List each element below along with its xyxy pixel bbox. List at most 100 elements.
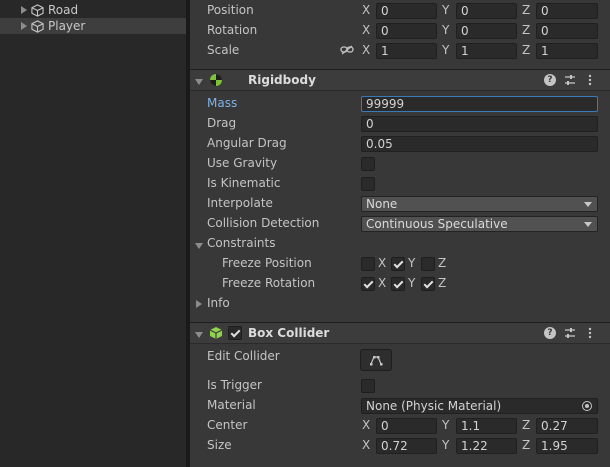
- drag-field[interactable]: 0: [361, 116, 598, 132]
- angular-drag-field[interactable]: 0.05: [361, 136, 598, 152]
- axis-x-label: X: [362, 418, 371, 432]
- axis-x-label: X: [362, 23, 371, 37]
- expand-arrow-icon[interactable]: [20, 6, 28, 14]
- box-collider-icon: [209, 327, 223, 339]
- collapse-arrow-icon[interactable]: [195, 241, 203, 249]
- rigidbody-title: Rigidbody: [248, 73, 316, 87]
- constraints-row[interactable]: Constraints: [190, 234, 610, 254]
- rotation-x-field[interactable]: 0: [376, 23, 437, 39]
- rotation-y-field[interactable]: 0: [456, 23, 517, 39]
- box-collider-enabled-checkbox[interactable]: [228, 326, 242, 340]
- axis-y-label: Y: [408, 276, 416, 290]
- constraints-label: Constraints: [207, 236, 276, 250]
- freeze-position-label: Freeze Position: [222, 256, 312, 270]
- help-icon[interactable]: ?: [544, 74, 556, 86]
- freeze-rotation-z-checkbox[interactable]: [421, 277, 435, 291]
- inspector-panel: Position X 0 Y 0 Z 0 Rotation X 0 Y 0 Z …: [190, 0, 610, 467]
- axis-x-label: X: [362, 438, 371, 452]
- scale-x-field[interactable]: 1: [376, 43, 437, 59]
- freeze-position-y-checkbox[interactable]: [391, 257, 405, 271]
- box-collider-header[interactable]: Box Collider ?: [190, 322, 610, 344]
- link-icon[interactable]: [340, 45, 354, 55]
- rotation-z-field[interactable]: 0: [536, 23, 598, 39]
- material-field[interactable]: None (Physic Material): [361, 398, 598, 414]
- freeze-rotation-x-checkbox[interactable]: [361, 277, 375, 291]
- axis-z-label: Z: [522, 23, 531, 37]
- center-y-field[interactable]: 1.1: [456, 418, 517, 434]
- collapse-arrow-icon[interactable]: [195, 330, 203, 338]
- axis-z-label: Z: [438, 256, 447, 270]
- edit-collider-button[interactable]: [360, 349, 392, 371]
- more-icon[interactable]: [588, 327, 592, 339]
- hierarchy-item-label: Road: [48, 3, 79, 17]
- use-gravity-label: Use Gravity: [207, 156, 278, 170]
- collision-detection-dropdown[interactable]: Continuous Speculative: [361, 216, 598, 232]
- material-row: Material None (Physic Material): [190, 396, 610, 416]
- size-z-field[interactable]: 1.95: [536, 438, 598, 454]
- mass-label: Mass: [207, 96, 238, 110]
- material-value: None (Physic Material): [366, 399, 502, 413]
- preset-icon[interactable]: [564, 327, 576, 339]
- is-trigger-row: Is Trigger: [190, 376, 610, 396]
- is-trigger-checkbox[interactable]: [361, 379, 375, 393]
- freeze-position-x-checkbox[interactable]: [361, 257, 375, 271]
- axis-x-label: X: [378, 256, 387, 270]
- transform-rotation-row: Rotation X 0 Y 0 Z 0: [190, 21, 610, 41]
- axis-y-label: Y: [442, 23, 450, 37]
- axis-y-label: Y: [442, 438, 450, 452]
- transform-scale-row: Scale X 1 Y 1 Z 1: [190, 41, 610, 61]
- use-gravity-row: Use Gravity: [190, 154, 610, 174]
- more-icon[interactable]: [588, 74, 592, 86]
- axis-y-label: Y: [408, 256, 416, 270]
- object-picker-icon[interactable]: [582, 401, 592, 411]
- position-x-field[interactable]: 0: [376, 3, 437, 19]
- angular-drag-row: Angular Drag 0.05: [190, 134, 610, 154]
- edit-collider-row: Edit Collider: [190, 347, 610, 373]
- mass-row: Mass 99999: [190, 94, 610, 114]
- center-row: Center X 0 Y 1.1 Z 0.27: [190, 416, 610, 436]
- position-z-field[interactable]: 0: [536, 3, 598, 19]
- is-kinematic-row: Is Kinematic: [190, 174, 610, 194]
- collapse-arrow-icon[interactable]: [195, 77, 203, 85]
- size-x-field[interactable]: 0.72: [376, 438, 437, 454]
- edit-collider-icon: [370, 356, 383, 366]
- expand-arrow-icon[interactable]: [195, 300, 203, 308]
- info-row[interactable]: Info: [190, 294, 610, 314]
- drag-row: Drag 0: [190, 114, 610, 134]
- axis-z-label: Z: [522, 438, 531, 452]
- hierarchy-item-player[interactable]: Player: [0, 18, 186, 34]
- help-icon[interactable]: ?: [544, 327, 556, 339]
- rigidbody-header[interactable]: Rigidbody ?: [190, 69, 610, 91]
- angular-drag-label: Angular Drag: [207, 136, 287, 150]
- transform-position-row: Position X 0 Y 0 Z 0: [190, 1, 610, 21]
- material-label: Material: [207, 398, 256, 412]
- axis-x-label: X: [378, 276, 387, 290]
- scale-z-field[interactable]: 1: [536, 43, 598, 59]
- freeze-rotation-y-checkbox[interactable]: [391, 277, 405, 291]
- use-gravity-checkbox[interactable]: [361, 157, 375, 171]
- axis-y-label: Y: [442, 3, 450, 17]
- position-y-field[interactable]: 0: [456, 3, 517, 19]
- expand-arrow-icon[interactable]: [20, 22, 28, 30]
- scale-y-field[interactable]: 1: [456, 43, 517, 59]
- center-x-field[interactable]: 0: [376, 418, 437, 434]
- axis-y-label: Y: [442, 418, 450, 432]
- is-trigger-label: Is Trigger: [207, 378, 262, 392]
- box-collider-title: Box Collider: [248, 326, 330, 340]
- mass-field[interactable]: 99999: [361, 96, 598, 112]
- size-y-field[interactable]: 1.22: [456, 438, 517, 454]
- axis-z-label: Z: [438, 276, 447, 290]
- position-label: Position: [207, 3, 254, 17]
- is-kinematic-label: Is Kinematic: [207, 176, 281, 190]
- center-z-field[interactable]: 0.27: [536, 418, 598, 434]
- freeze-position-z-checkbox[interactable]: [421, 257, 435, 271]
- interpolate-dropdown[interactable]: None: [361, 196, 598, 212]
- chevron-down-icon: [584, 202, 592, 207]
- preset-icon[interactable]: [564, 74, 576, 86]
- collision-detection-label: Collision Detection: [207, 216, 320, 230]
- is-kinematic-checkbox[interactable]: [361, 177, 375, 191]
- hierarchy-item-road[interactable]: Road: [0, 2, 186, 18]
- freeze-rotation-label: Freeze Rotation: [222, 276, 316, 290]
- scale-label: Scale: [207, 43, 240, 57]
- freeze-position-row: Freeze Position X Y Z: [190, 254, 610, 274]
